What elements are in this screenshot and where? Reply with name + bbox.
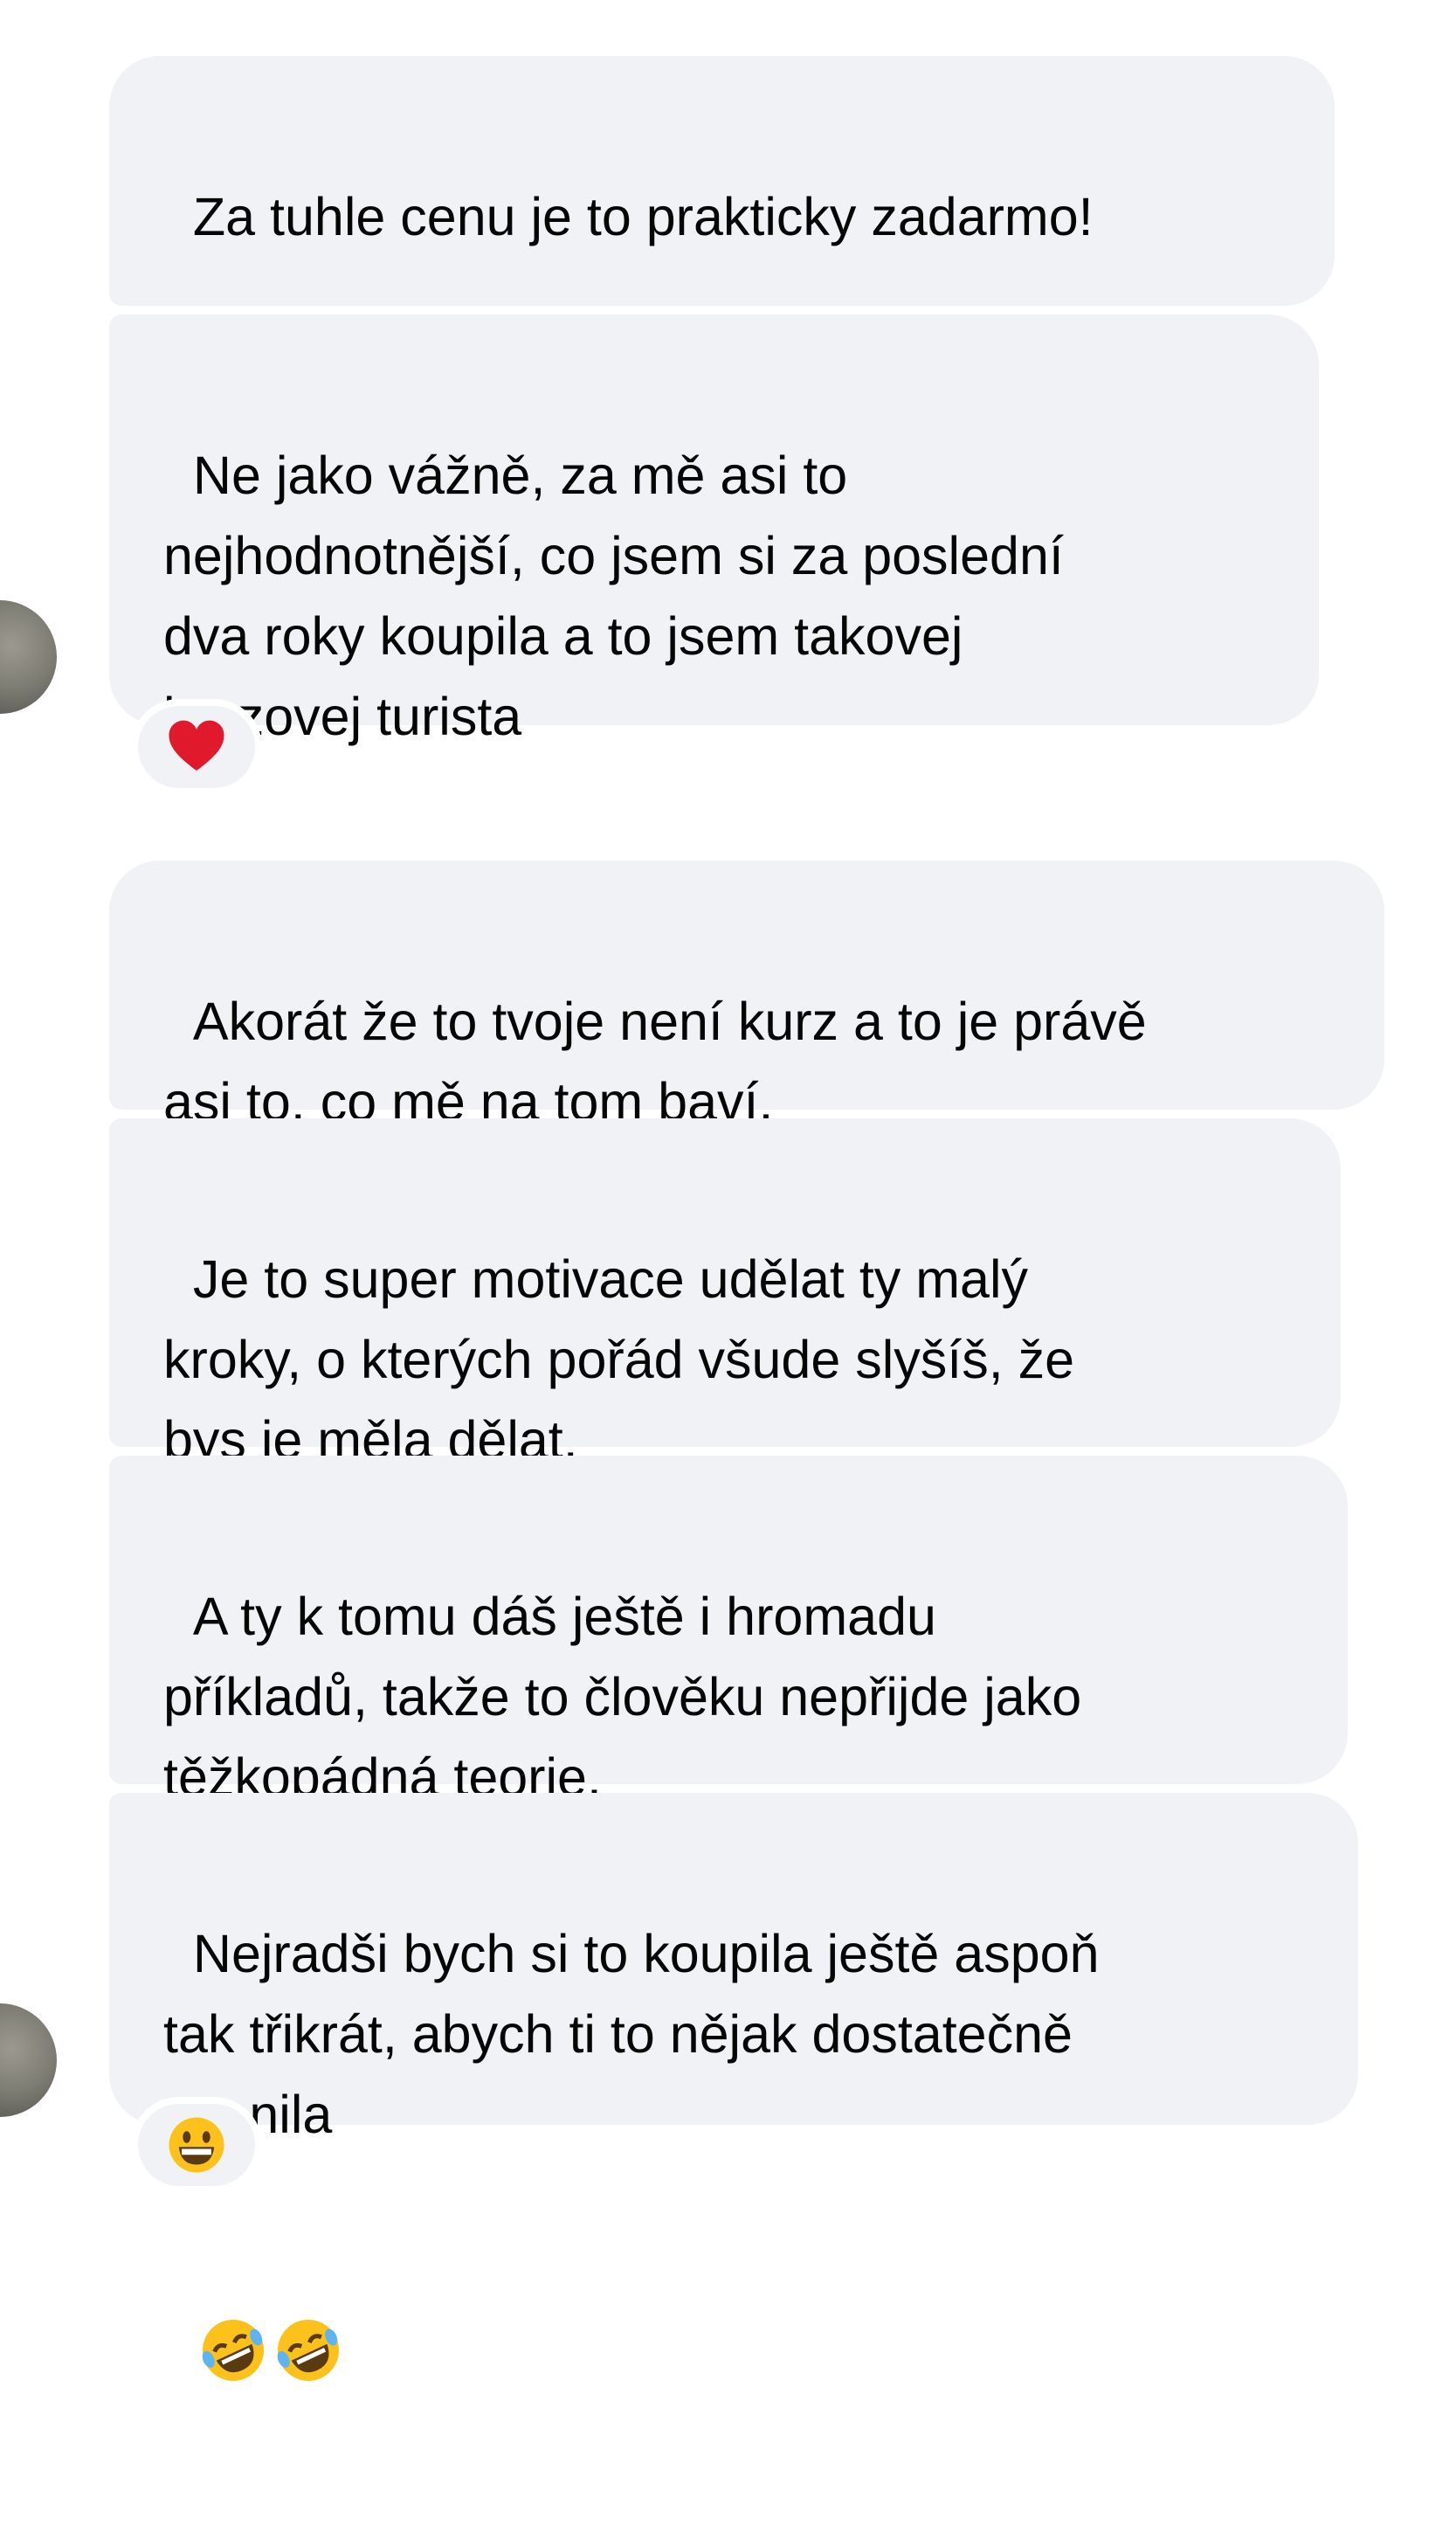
reaction-badge[interactable] bbox=[131, 699, 262, 795]
heart-emoji-icon bbox=[165, 716, 228, 778]
message-bubble[interactable]: Ne jako vážně, za mě asi to nejhodnotněj… bbox=[109, 315, 1319, 983]
reaction-badge[interactable] bbox=[131, 2097, 262, 2193]
message-bubble[interactable]: Je to super motivace udělat ty malý krok… bbox=[109, 1118, 1341, 1470]
message-bubble[interactable]: Nejradši bych si to koupila ještě aspoň … bbox=[109, 1793, 1358, 2381]
rofl-emoji-icon bbox=[273, 2155, 343, 2381]
grinning-smile-emoji-icon bbox=[165, 2114, 228, 2176]
message-text: Nejradši bych si to koupila ještě aspoň … bbox=[163, 1924, 1100, 2144]
message-bubble[interactable]: Akorát že to tvoje není kurz a to je prá… bbox=[109, 861, 1384, 1131]
message-text: Akorát že to tvoje není kurz a to je prá… bbox=[163, 992, 1147, 1131]
message-text: A ty k tomu dáš ještě i hromadu příkladů… bbox=[163, 1587, 1082, 1807]
avatar[interactable] bbox=[0, 2003, 57, 2117]
message-text: Je to super motivace udělat ty malý krok… bbox=[163, 1249, 1075, 1470]
avatar[interactable] bbox=[0, 600, 57, 714]
message-bubble[interactable]: Za tuhle cenu je to prakticky zadarmo! bbox=[109, 56, 1335, 569]
message-text: Za tuhle cenu je to prakticky zadarmo! bbox=[192, 187, 1094, 246]
message-bubble[interactable]: A ty k tomu dáš ještě i hromadu příkladů… bbox=[109, 1456, 1348, 1807]
message-text: Ne jako vážně, za mě asi to nejhodnotněj… bbox=[163, 446, 1064, 746]
